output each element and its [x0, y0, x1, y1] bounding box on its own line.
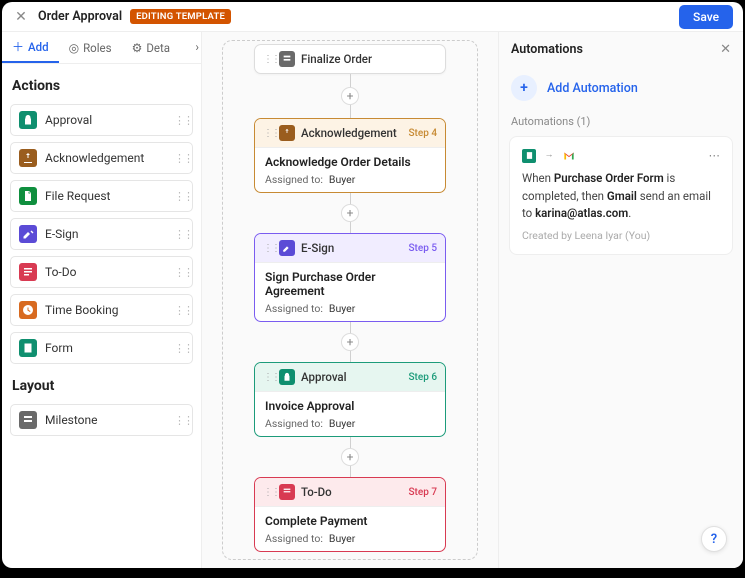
automation-description: When Purchase Order Form is completed, t… — [522, 170, 720, 222]
drag-handle[interactable] — [174, 414, 184, 427]
drag-handle[interactable] — [263, 372, 273, 383]
layout-heading: Layout — [12, 378, 191, 394]
action-acknowledgement[interactable]: Acknowledgement — [10, 142, 193, 174]
milestone-icon — [279, 51, 295, 67]
plus-icon: ＋ — [12, 38, 24, 55]
tab-add[interactable]: ＋Add — [2, 32, 59, 63]
layout-milestone[interactable]: Milestone — [10, 404, 193, 436]
connector — [350, 104, 351, 118]
drag-handle[interactable] — [263, 243, 273, 254]
node-esign[interactable]: E-Sign Step 5 Sign Purchase Order Agreem… — [254, 233, 446, 322]
help-button[interactable]: ? — [701, 526, 727, 552]
node-todo[interactable]: To-Do Step 7 Complete Payment Assigned t… — [254, 477, 446, 552]
action-esign[interactable]: E-Sign — [10, 218, 193, 250]
tab-details[interactable]: ⚙Deta — [122, 32, 180, 63]
esign-icon — [19, 225, 37, 243]
clock-icon — [19, 301, 37, 319]
connector — [350, 74, 351, 88]
file-icon — [19, 187, 37, 205]
drag-handle[interactable] — [263, 54, 273, 65]
acknowledgement-icon — [279, 125, 295, 141]
esign-icon — [279, 240, 295, 256]
action-time-booking[interactable]: Time Booking — [10, 294, 193, 326]
action-form[interactable]: Form — [10, 332, 193, 364]
add-step-button[interactable]: + — [341, 204, 359, 222]
drag-handle[interactable] — [174, 114, 184, 127]
todo-icon — [279, 484, 295, 500]
approval-icon — [19, 111, 37, 129]
node-acknowledgement[interactable]: Acknowledgement Step 4 Acknowledge Order… — [254, 118, 446, 193]
connector — [350, 465, 351, 477]
action-file-request[interactable]: File Request — [10, 180, 193, 212]
node-finalize[interactable]: Finalize Order — [254, 44, 446, 74]
panel-close-button[interactable]: ✕ — [720, 42, 731, 57]
milestone-icon — [19, 411, 37, 429]
user-icon: ◎ — [69, 41, 79, 55]
acknowledgement-icon — [19, 149, 37, 167]
sheets-icon — [522, 149, 536, 163]
add-step-button[interactable]: + — [341, 87, 359, 105]
gear-icon: ⚙ — [132, 41, 143, 55]
action-todo[interactable]: To-Do — [10, 256, 193, 288]
automation-card[interactable]: → ⋯ When Purchase Order Form is complete… — [509, 136, 733, 255]
automation-menu-button[interactable]: ⋯ — [709, 147, 721, 164]
gmail-icon — [562, 149, 576, 163]
actions-heading: Actions — [12, 78, 191, 94]
tab-roles[interactable]: ◎Roles — [59, 32, 122, 63]
save-button[interactable]: Save — [679, 5, 733, 29]
add-automation-button[interactable]: + — [511, 75, 537, 101]
form-icon — [19, 339, 37, 357]
connector — [350, 221, 351, 233]
drag-handle[interactable] — [174, 342, 184, 355]
automation-credit: Created by Leena Iyar (You) — [522, 228, 720, 244]
node-approval[interactable]: Approval Step 6 Invoice Approval Assigne… — [254, 362, 446, 437]
add-step-button[interactable]: + — [341, 448, 359, 466]
drag-handle[interactable] — [174, 266, 184, 279]
automations-count: Automations (1) — [499, 115, 743, 136]
drag-handle[interactable] — [174, 304, 184, 317]
automations-heading: Automations — [511, 42, 720, 57]
connector — [350, 350, 351, 362]
tabs-scroll-right[interactable]: › — [195, 40, 199, 54]
close-button[interactable]: ✕ — [12, 8, 30, 26]
add-step-button[interactable]: + — [341, 333, 359, 351]
drag-handle[interactable] — [174, 190, 184, 203]
add-automation-link[interactable]: Add Automation — [547, 81, 638, 96]
drag-handle[interactable] — [263, 487, 273, 498]
arrow-icon: → — [542, 149, 556, 163]
editing-badge: EDITING TEMPLATE — [130, 9, 231, 24]
drag-handle[interactable] — [174, 228, 184, 241]
approval-icon — [279, 369, 295, 385]
todo-icon — [19, 263, 37, 281]
drag-handle[interactable] — [263, 128, 273, 139]
action-approval[interactable]: Approval — [10, 104, 193, 136]
drag-handle[interactable] — [174, 152, 184, 165]
page-title: Order Approval — [38, 9, 122, 24]
